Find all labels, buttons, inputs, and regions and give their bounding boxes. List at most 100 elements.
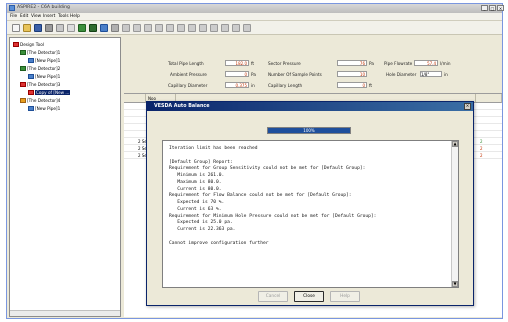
project-tree[interactable]: Design Tool [The Detector]1 [New Pipe]1 … [9,37,121,317]
dialog-close-icon[interactable]: × [464,103,471,110]
help-button[interactable]: Help [330,291,360,302]
menu-bar: File Edit View Insert Tools Help [7,13,502,21]
sector-pressure-unit: Pa [369,61,374,66]
tree-node[interactable]: Design Tool [13,41,44,48]
ambient-pressure-unit: Pa [251,72,256,77]
minimize-button[interactable]: _ [481,5,488,11]
ambient-pressure-label: Ambient Pressure [170,72,207,77]
scroll-down-icon[interactable]: ▼ [452,281,458,287]
close-button[interactable]: Close [294,291,324,302]
menu-tools[interactable]: Tools [58,14,69,19]
sample-points-label: Number Of Sample Points [268,72,322,77]
end-cap-icon[interactable] [155,24,163,32]
auto-balance-dialog: VESDA Auto Balance × 100% Iteration limi… [146,101,474,306]
capillary-icon[interactable] [144,24,152,32]
detector-icon [20,50,26,55]
cancel-button[interactable]: Cancel [258,291,288,302]
menu-insert[interactable]: Insert [43,14,55,19]
ambient-pressure-field[interactable]: 0 [225,71,249,77]
y-branch-icon[interactable] [243,24,251,32]
menu-view[interactable]: View [31,14,41,19]
tree-horizontal-scrollbar[interactable] [10,310,120,316]
grid-header-cell[interactable] [124,94,146,103]
toolbar [7,21,502,35]
tee-icon[interactable] [199,24,207,32]
add-detector-icon[interactable] [89,24,97,32]
filter-icon[interactable] [188,24,196,32]
elbow-icon[interactable] [166,24,174,32]
menu-help[interactable]: Help [70,14,80,19]
progress-bar: 100% [267,127,351,134]
dialog-title-bar: VESDA Auto Balance × [147,102,473,111]
report-line: Expected is 25.0 pa. [169,220,233,226]
add-pipe-icon[interactable] [100,24,108,32]
tree-node[interactable]: [New Pipe]1 [28,57,60,64]
grid-cell: 2 [480,146,483,151]
close-window-button[interactable]: × [497,5,504,11]
capillary-length-field[interactable]: 0 [337,82,367,88]
capillary-diameter-unit: in [251,83,255,88]
sector-pressure-field[interactable]: 76 [337,60,367,66]
report-line: Cannot improve configuration further [169,240,269,246]
open-folder-icon[interactable] [23,24,31,32]
report-line: Expected is 70 %. [169,200,225,205]
tree-node[interactable]: [The Detector]2 [20,65,60,72]
report-scrollbar[interactable]: ▲ ▼ [451,141,458,287]
report-line: Requirement for Flow Balance could not b… [169,193,352,199]
tree-node-label: [The Detector]1 [27,50,61,55]
hole-diameter-unit: in [444,72,448,77]
window-title: ASPIRE2 - C6A building [17,5,70,10]
total-pipe-length-field[interactable]: 182.0 [225,60,249,66]
equals-icon[interactable] [210,24,218,32]
pipe-icon [28,74,34,79]
pipe-flowrate-field[interactable]: 57.4 [414,60,438,66]
total-pipe-length-label: Total Pipe Length [168,61,204,66]
grid-cell: 2 [480,153,483,158]
detector-warning-icon [20,82,26,87]
total-pipe-length-unit: ft [251,61,255,66]
design-icon [13,42,19,47]
detector-icon [20,66,26,71]
capillary-diameter-label: Capillary Diameter [168,83,208,88]
paste-icon[interactable] [78,24,86,32]
print-icon[interactable] [45,24,53,32]
tree-node[interactable]: [The Detector]4 [20,97,60,104]
capillary-length-unit: ft [369,83,373,88]
down-arrow-icon[interactable] [232,24,240,32]
report-line: Requirement for Group Sensitivity could … [169,166,366,172]
report-line: Current is 63 %. [169,206,222,212]
tree-node-label: [New Pipe]1 [35,74,61,79]
tree-node-label: Copy of [New ... [35,90,71,95]
pipe-icon [28,106,34,111]
tree-node-label: [The Detector]2 [27,66,61,71]
report-line [169,234,447,241]
maximize-button[interactable]: □ [489,5,496,11]
progress-label: 100% [303,128,315,133]
sample-points-field[interactable]: 10 [337,71,367,77]
tree-node[interactable]: [New Pipe]1 [28,73,60,80]
pipe-warning-icon [28,90,34,95]
tree-node[interactable]: [New Pipe]1 [28,105,60,112]
report-line: Current is 22.363 pa. [169,227,236,232]
tree-node-selected[interactable]: Copy of [New ... [28,89,71,96]
tree-node[interactable]: [The Detector]3 [20,81,60,88]
save-icon[interactable] [34,24,42,32]
scroll-up-icon[interactable]: ▲ [452,141,458,147]
hole-diameter-select[interactable]: 1/8" [420,71,442,77]
pipe-segment-icon[interactable] [122,24,130,32]
tree-node[interactable]: [The Detector]1 [20,49,60,56]
sampling-hole-icon[interactable] [133,24,141,32]
up-arrow-icon[interactable] [221,24,229,32]
menu-file[interactable]: File [10,14,17,19]
new-file-icon[interactable] [12,24,20,32]
grid-header-cell[interactable] [476,94,502,103]
dialog-title: VESDA Auto Balance [154,104,210,109]
capillary-diameter-field[interactable]: 0.375 [225,82,249,88]
cut-icon[interactable] [56,24,64,32]
report-line: Maximum is 80.0. [169,179,222,185]
report-textarea[interactable]: Iteration limit has been reached [Defaul… [162,140,459,288]
copy-icon[interactable] [67,24,75,32]
balance-icon[interactable] [111,24,119,32]
bend-icon[interactable] [177,24,185,32]
menu-edit[interactable]: Edit [20,14,28,19]
